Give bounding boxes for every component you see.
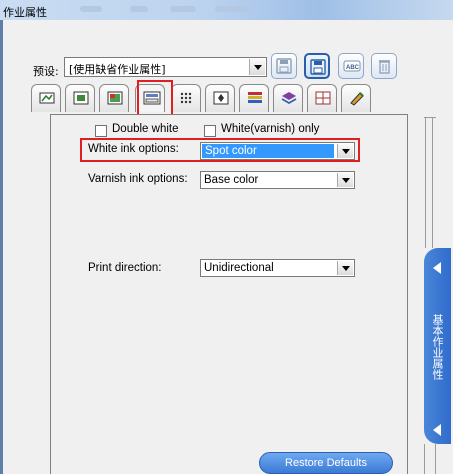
- tab-grid[interactable]: [307, 84, 337, 112]
- tab-finishing[interactable]: [273, 84, 303, 112]
- print-mode-panel: [50, 114, 408, 474]
- save-as-icon: [310, 59, 326, 75]
- tab-pen[interactable]: [341, 84, 371, 112]
- tab-media[interactable]: [65, 84, 95, 112]
- white-ink-dropdown[interactable]: Spot color: [200, 142, 355, 160]
- layout-icon: [213, 91, 229, 105]
- save-icon: [276, 58, 292, 74]
- finishing-icon: [281, 92, 297, 105]
- basic-job-properties-tab[interactable]: 基本作业属性: [424, 248, 451, 444]
- side-tab-label: 基本作业属性: [431, 314, 444, 380]
- preset-dropdown[interactable]: [使用缺省作业属性]: [64, 57, 267, 77]
- white-varnish-only-checkbox[interactable]: [204, 125, 216, 137]
- rename-preset-button[interactable]: ABC: [338, 53, 364, 79]
- halftone-icon: [180, 92, 192, 104]
- save-as-preset-button[interactable]: [304, 53, 330, 79]
- job-properties-window: 作业属性 预设: [使用缺省作业属性] ABC Double white Whi…: [0, 0, 453, 474]
- chevron-down-icon[interactable]: [337, 144, 353, 158]
- pen-icon: [350, 92, 364, 106]
- preset-value: [使用缺省作业属性]: [69, 63, 166, 76]
- double-white-checkbox[interactable]: [95, 125, 107, 137]
- tab-highlight-box: [137, 80, 173, 116]
- scrollbar-track[interactable]: [425, 118, 433, 248]
- chevron-down-icon[interactable]: [337, 173, 353, 187]
- print-direction-label: Print direction:: [88, 262, 162, 274]
- varnish-ink-dropdown[interactable]: Base color: [200, 171, 355, 189]
- expand-arrow-icon[interactable]: [433, 424, 441, 436]
- scrollbar-bottom: [424, 444, 436, 474]
- svg-text:ABC: ABC: [346, 65, 360, 71]
- chevron-down-icon[interactable]: [249, 59, 265, 75]
- tab-color[interactable]: [99, 84, 129, 112]
- varnish-ink-label: Varnish ink options:: [88, 173, 188, 185]
- color-bars-icon: [248, 92, 262, 103]
- general-icon: [39, 92, 55, 104]
- print-direction-dropdown[interactable]: Unidirectional: [200, 259, 355, 277]
- grid-icon: [315, 91, 331, 105]
- collapse-arrow-icon[interactable]: [433, 262, 441, 274]
- window-title: 作业属性: [3, 6, 47, 19]
- title-bar: 作业属性: [0, 0, 453, 20]
- double-white-label: Double white: [112, 123, 179, 135]
- color-icon: [107, 91, 123, 105]
- tab-general[interactable]: [31, 84, 61, 112]
- save-preset-button[interactable]: [271, 53, 297, 79]
- chevron-down-icon[interactable]: [337, 261, 353, 275]
- delete-preset-button[interactable]: [371, 53, 397, 79]
- tab-halftone[interactable]: [171, 84, 201, 112]
- preset-label: 预设:: [33, 65, 59, 78]
- tab-color-bars[interactable]: [239, 84, 269, 112]
- media-icon: [73, 91, 89, 105]
- window-left-edge: [0, 20, 3, 474]
- varnish-ink-value: Base color: [204, 174, 259, 186]
- tab-layout[interactable]: [205, 84, 235, 112]
- delete-icon: [379, 60, 390, 74]
- restore-defaults-button[interactable]: Restore Defaults: [259, 452, 393, 474]
- white-ink-value: Spot color: [202, 144, 334, 158]
- rename-icon: ABC: [343, 60, 361, 72]
- white-ink-label: White ink options:: [88, 143, 179, 155]
- white-varnish-only-label: White(varnish) only: [221, 123, 320, 135]
- print-direction-value: Unidirectional: [204, 262, 274, 274]
